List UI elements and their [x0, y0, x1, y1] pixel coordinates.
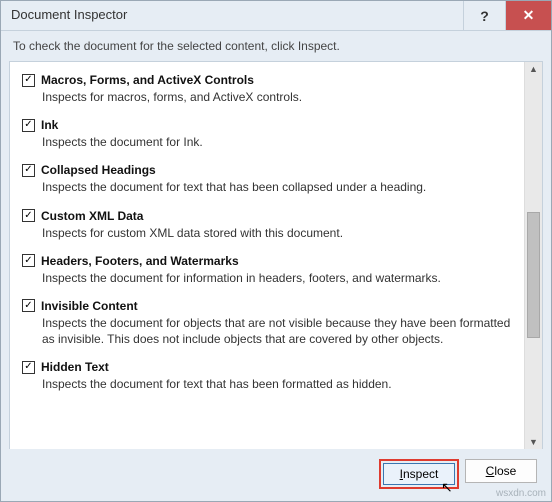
instruction-text: To check the document for the selected c… [1, 31, 551, 59]
scroll-down-arrow-icon[interactable]: ▼ [525, 435, 542, 449]
item-collapsed-headings: ✓ Collapsed Headings Inspects the docume… [10, 158, 524, 203]
checkbox-hidden-text[interactable]: ✓ [22, 361, 35, 374]
item-desc: Inspects the document for Ink. [42, 134, 514, 150]
item-headers-footers: ✓ Headers, Footers, and Watermarks Inspe… [10, 249, 524, 294]
item-title: Ink [41, 118, 58, 132]
item-desc: Inspects the document for objects that a… [42, 315, 514, 347]
document-inspector-dialog: Document Inspector ? ✕ To check the docu… [0, 0, 552, 502]
inspection-list-panel: ✓ Macros, Forms, and ActiveX Controls In… [9, 61, 543, 449]
item-title: Collapsed Headings [41, 163, 156, 177]
inspection-list: ✓ Macros, Forms, and ActiveX Controls In… [10, 62, 524, 449]
item-macros: ✓ Macros, Forms, and ActiveX Controls In… [10, 68, 524, 113]
item-title: Macros, Forms, and ActiveX Controls [41, 73, 254, 87]
window-close-button[interactable]: ✕ [505, 1, 551, 30]
item-desc: Inspects for macros, forms, and ActiveX … [42, 89, 514, 105]
checkbox-collapsed-headings[interactable]: ✓ [22, 164, 35, 177]
checkbox-ink[interactable]: ✓ [22, 119, 35, 132]
scroll-track[interactable] [525, 76, 542, 435]
scroll-up-arrow-icon[interactable]: ▲ [525, 62, 542, 76]
item-desc: Inspects for custom XML data stored with… [42, 225, 514, 241]
item-desc: Inspects the document for text that has … [42, 179, 514, 195]
inspect-button-highlight: Inspect ↖ [379, 459, 459, 489]
scroll-thumb[interactable] [527, 212, 540, 338]
help-button[interactable]: ? [463, 1, 505, 30]
item-ink: ✓ Ink Inspects the document for Ink. [10, 113, 524, 158]
checkbox-headers-footers[interactable]: ✓ [22, 254, 35, 267]
item-title: Hidden Text [41, 360, 109, 374]
watermark-text: wsxdn.com [496, 488, 546, 499]
item-desc: Inspects the document for information in… [42, 270, 514, 286]
dialog-title: Document Inspector [1, 1, 463, 30]
item-title: Custom XML Data [41, 209, 143, 223]
item-custom-xml: ✓ Custom XML Data Inspects for custom XM… [10, 204, 524, 249]
item-hidden-text: ✓ Hidden Text Inspects the document for … [10, 355, 524, 400]
checkbox-custom-xml[interactable]: ✓ [22, 209, 35, 222]
close-button[interactable]: Close [465, 459, 537, 483]
item-title: Invisible Content [41, 299, 138, 313]
title-bar: Document Inspector ? ✕ [1, 1, 551, 31]
item-invisible-content: ✓ Invisible Content Inspects the documen… [10, 294, 524, 355]
item-desc: Inspects the document for text that has … [42, 376, 514, 392]
checkbox-macros[interactable]: ✓ [22, 74, 35, 87]
inspect-button[interactable]: Inspect [383, 463, 455, 485]
checkbox-invisible-content[interactable]: ✓ [22, 299, 35, 312]
button-row: Inspect ↖ Close [1, 449, 551, 501]
item-title: Headers, Footers, and Watermarks [41, 254, 239, 268]
vertical-scrollbar[interactable]: ▲ ▼ [524, 62, 542, 449]
